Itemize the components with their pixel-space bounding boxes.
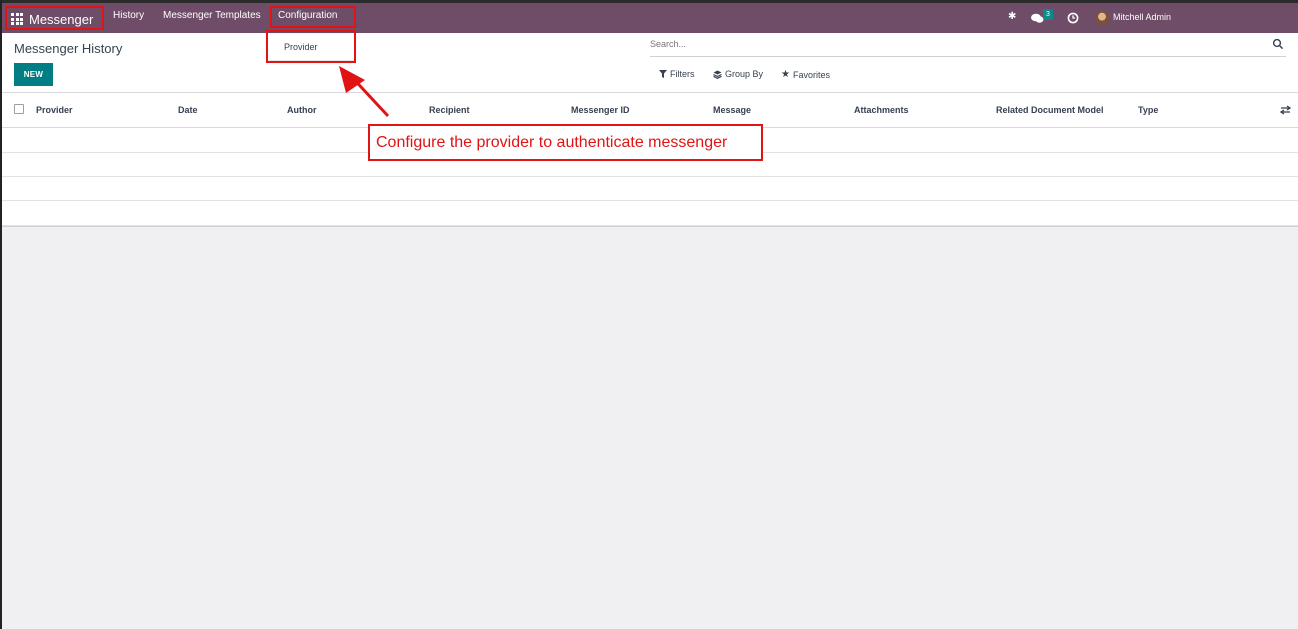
column-related-document-model[interactable]: Related Document Model xyxy=(996,105,1104,115)
column-author[interactable]: Author xyxy=(287,105,317,115)
new-button[interactable]: NEW xyxy=(14,63,53,86)
column-message[interactable]: Message xyxy=(713,105,751,115)
favorites-button[interactable]: ★ Favorites xyxy=(781,69,830,80)
bug-icon[interactable]: ✱ xyxy=(1008,11,1016,22)
menu-item-provider[interactable]: Provider xyxy=(284,42,318,52)
column-settings-icon[interactable] xyxy=(1280,105,1291,115)
layers-icon xyxy=(713,70,722,79)
select-all-checkbox[interactable] xyxy=(14,104,24,114)
clock-icon[interactable] xyxy=(1067,12,1079,24)
table-header: Provider Date Author Recipient Messenger… xyxy=(2,92,1298,128)
menu-configuration[interactable]: Configuration xyxy=(278,10,337,21)
filters-label: Filters xyxy=(670,69,695,79)
app-name[interactable]: Messenger xyxy=(29,12,93,27)
group-by-button[interactable]: Group By xyxy=(713,69,763,79)
search-bar[interactable] xyxy=(650,35,1286,57)
star-icon: ★ xyxy=(781,69,790,80)
table-row xyxy=(2,202,1298,226)
column-messenger-id[interactable]: Messenger ID xyxy=(571,105,630,115)
filter-icon xyxy=(659,70,667,78)
configuration-dropdown: Provider xyxy=(268,34,354,60)
search-icon[interactable] xyxy=(1272,38,1284,50)
chat-badge: 3 xyxy=(1043,9,1053,20)
column-provider[interactable]: Provider xyxy=(36,105,73,115)
column-type[interactable]: Type xyxy=(1138,105,1158,115)
table-bottom-border xyxy=(2,226,1298,227)
column-attachments[interactable]: Attachments xyxy=(854,105,909,115)
table-row xyxy=(2,177,1298,201)
app-switcher[interactable]: Messenger xyxy=(4,6,103,32)
favorites-label: Favorites xyxy=(792,69,830,80)
column-recipient[interactable]: Recipient xyxy=(429,105,470,115)
user-name[interactable]: Mitchell Admin xyxy=(1113,12,1171,22)
filters-button[interactable]: Filters xyxy=(659,69,695,79)
menu-history[interactable]: History xyxy=(113,10,144,21)
page-title: Messenger History xyxy=(14,41,123,56)
group-by-label: Group By xyxy=(725,69,764,79)
user-avatar[interactable] xyxy=(1095,11,1109,25)
top-navbar: Messenger History Messenger Templates Co… xyxy=(2,0,1298,33)
annotation-callout: Configure the provider to authenticate m… xyxy=(368,124,763,161)
search-input[interactable] xyxy=(650,39,1250,49)
column-date[interactable]: Date xyxy=(178,105,198,115)
menu-messenger-templates[interactable]: Messenger Templates xyxy=(163,10,261,21)
apps-grid-icon[interactable] xyxy=(11,13,23,25)
